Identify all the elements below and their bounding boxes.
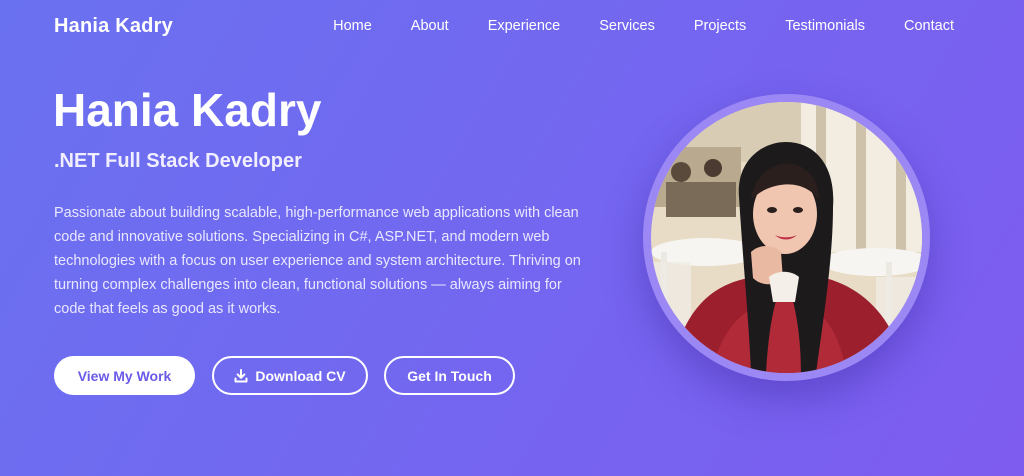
- nav-link-about[interactable]: About: [411, 18, 449, 34]
- hero-subtitle: .NET Full Stack Developer: [54, 150, 302, 172]
- get-in-touch-label: Get In Touch: [407, 367, 492, 384]
- nav-link-projects[interactable]: Projects: [694, 18, 746, 34]
- get-in-touch-button[interactable]: Get In Touch: [384, 356, 515, 395]
- download-icon: [234, 368, 248, 383]
- hero-description: Passionate about building scalable, high…: [54, 205, 581, 317]
- view-my-work-button[interactable]: View My Work: [54, 356, 195, 395]
- nav-link-home[interactable]: Home: [333, 18, 372, 34]
- download-cv-label: Download CV: [255, 367, 346, 384]
- view-my-work-label: View My Work: [77, 367, 172, 384]
- brand-logo[interactable]: Hania Kadry: [54, 15, 173, 38]
- nav-link-contact[interactable]: Contact: [904, 18, 954, 34]
- profile-photo: [643, 94, 930, 381]
- download-cv-button[interactable]: Download CV: [212, 356, 368, 395]
- hero-title: Hania Kadry: [53, 84, 322, 136]
- top-navigation: Hania Kadry Home About Experience Servic…: [0, 0, 1024, 54]
- nav-link-experience[interactable]: Experience: [488, 18, 561, 34]
- profile-photo-image: [651, 102, 922, 373]
- nav-link-testimonials[interactable]: Testimonials: [785, 18, 865, 34]
- nav-links: Home About Experience Services Projects …: [333, 18, 954, 34]
- nav-link-services[interactable]: Services: [599, 18, 655, 34]
